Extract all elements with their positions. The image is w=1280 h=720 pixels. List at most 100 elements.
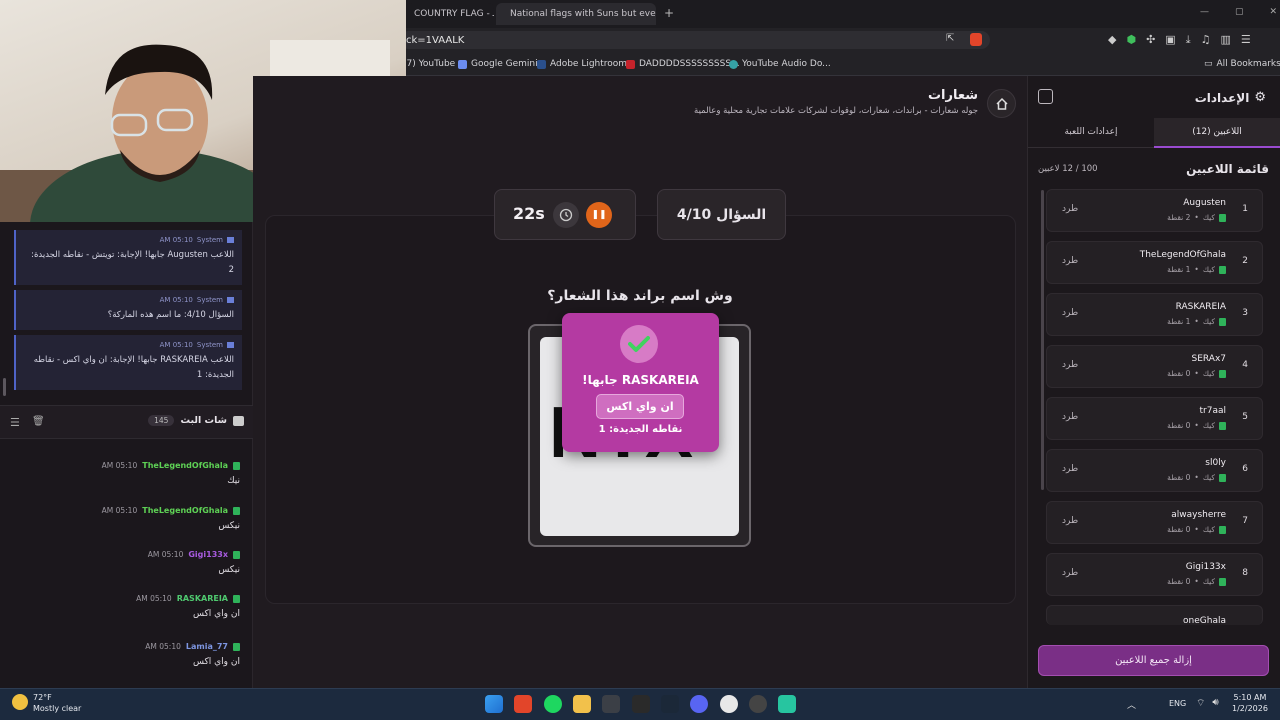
system-icon: [227, 237, 234, 243]
player-row: 6 sl0ly كيك • 0 نقطة طرد: [1046, 449, 1263, 492]
kick-icon: [1219, 577, 1226, 586]
player-rank: 6: [1242, 464, 1248, 474]
question-counter: السؤال 4/10: [657, 189, 786, 240]
obs-icon[interactable]: [720, 695, 738, 713]
collapse-panel-icon[interactable]: [1038, 89, 1053, 104]
message-time: 05:10 AM: [101, 461, 138, 470]
player-name: tr7aal: [1199, 406, 1227, 416]
message-time: 05:10 AM: [159, 341, 193, 349]
kick-button[interactable]: طرد: [1062, 360, 1078, 370]
bookmark-daddd[interactable]: DADDDDSSSSSSSSS...: [626, 56, 740, 72]
share-icon[interactable]: ⇱: [946, 33, 954, 44]
sidebar-icon[interactable]: ▥: [1220, 33, 1230, 47]
download-icon[interactable]: ⤓: [1186, 33, 1191, 47]
player-points: 1 نقطة: [1167, 317, 1191, 326]
kick-button[interactable]: طرد: [1062, 516, 1078, 526]
player-name: Augusten: [1183, 198, 1226, 208]
trash-icon[interactable]: 🗑: [32, 416, 45, 427]
spotify-icon[interactable]: [544, 695, 562, 713]
music-icon[interactable]: ♫: [1201, 33, 1211, 47]
discord-icon[interactable]: [690, 695, 708, 713]
new-tab-icon[interactable]: +: [664, 6, 674, 20]
tab-game-settings[interactable]: إعدادات اللعبة: [1028, 118, 1154, 148]
message-time: 05:10 AM: [101, 506, 138, 515]
app-icon-3[interactable]: [778, 695, 796, 713]
player-rank: 8: [1242, 568, 1248, 578]
tab-label: اللاعبين (12): [1192, 127, 1242, 137]
minimize-icon[interactable]: —: [1200, 7, 1209, 17]
clock[interactable]: 5:10 AM 1/2/2026: [1232, 692, 1268, 714]
steam-icon[interactable]: [661, 695, 679, 713]
app-icon[interactable]: [602, 695, 620, 713]
weather-icon[interactable]: [12, 694, 28, 710]
bookmark-label: Google Gemini: [471, 59, 538, 69]
menu-icon[interactable]: ☰: [1241, 33, 1251, 47]
remove-all-players-button[interactable]: إزالة جميع اللاعبين: [1038, 645, 1269, 676]
kick-button[interactable]: طرد: [1062, 256, 1078, 266]
pause-button[interactable]: ❚❚: [586, 202, 612, 228]
extension-icon[interactable]: ◆: [1108, 33, 1116, 47]
bookmark-lightroom[interactable]: Adobe Lightroom: [537, 56, 627, 72]
scrollbar[interactable]: [3, 378, 6, 396]
close-icon[interactable]: ✕: [1270, 7, 1278, 17]
all-bookmarks[interactable]: ▭ All Bookmarks: [1204, 56, 1280, 72]
platform-label: كيك: [1202, 369, 1215, 378]
window-controls: — ▢ ✕: [1200, 7, 1277, 17]
kick-button[interactable]: طرد: [1062, 464, 1078, 474]
tab-players[interactable]: اللاعبين (12): [1154, 118, 1280, 148]
player-name: SERAx7: [1191, 354, 1227, 364]
vpn-shield-icon[interactable]: ⬢: [1126, 33, 1136, 47]
weather-desc: Mostly clear: [33, 704, 82, 713]
maximize-icon[interactable]: ▢: [1235, 7, 1244, 17]
wifi-icon[interactable]: ⌔: [1196, 697, 1205, 710]
kick-button[interactable]: طرد: [1062, 568, 1078, 578]
chat-message: Gigi133x 05:10 AM نيكس: [20, 550, 240, 575]
check-glyph: [628, 336, 650, 352]
weather-widget[interactable]: 72°F Mostly clear: [33, 692, 81, 714]
url-field[interactable]: ck=1VAALK: [400, 31, 990, 49]
twitch-icon: [233, 461, 240, 470]
filter-icon[interactable]: ☰: [10, 416, 20, 429]
player-points: 0 نقطة: [1167, 577, 1191, 586]
bookmark-audio[interactable]: YouTube Audio Do...: [729, 56, 831, 72]
brave-taskbar-icon[interactable]: [514, 695, 532, 713]
start-icon[interactable]: [485, 695, 503, 713]
players-count: 100 / 12 لاعبين: [1038, 164, 1098, 174]
browser-tab[interactable]: COUNTRY FLAG - تحـ: [406, 3, 494, 25]
system-text: اللاعب RASKAREIA جابها! الإجابة: ان واي …: [33, 355, 234, 380]
volume-icon[interactable]: 🔊︎: [1212, 697, 1218, 710]
platform-label: كيك: [1202, 577, 1215, 586]
player-name: Gigi133x: [1185, 562, 1226, 572]
chat-username: TheLegendOfGhala: [142, 506, 228, 515]
app-icon-2[interactable]: [749, 695, 767, 713]
kick-button[interactable]: طرد: [1062, 412, 1078, 422]
chat-message: RASKAREIA 05:10 AM ان واي اكس: [20, 594, 240, 619]
players-scrollbar[interactable]: [1041, 190, 1044, 490]
gemini-icon: [458, 59, 467, 69]
player-rank: 1: [1242, 204, 1248, 214]
date-text: 1/2/2026: [1232, 704, 1268, 713]
home-button[interactable]: [987, 89, 1016, 118]
epic-games-icon[interactable]: [632, 695, 650, 713]
browser-tab[interactable]: National flags with Suns but every su✕: [496, 3, 656, 25]
tray-chevron-icon[interactable]: ︿: [1127, 698, 1136, 711]
category-title: شعارات: [927, 88, 978, 103]
puzzle-icon[interactable]: ✣: [1146, 33, 1155, 47]
kick-button[interactable]: طرد: [1062, 308, 1078, 318]
twitch-icon: [233, 594, 240, 603]
bookmark-gemini[interactable]: Google Gemini: [458, 56, 538, 72]
brave-shield-icon[interactable]: [970, 33, 982, 46]
bookmark-youtube[interactable]: (7) YouTube: [403, 56, 455, 72]
player-name: alwaysherre: [1171, 510, 1226, 520]
chat-count-badge: 145: [148, 415, 175, 426]
tab-label: إعدادات اللعبة: [1064, 127, 1118, 137]
kick-button[interactable]: طرد: [1062, 204, 1078, 214]
language-indicator[interactable]: ENG: [1169, 699, 1186, 708]
correct-player: RASKAREIA جابها!: [582, 373, 699, 387]
system-message: System 05:10 AM السؤال 4/10: ما اسم هذه ا…: [14, 290, 242, 330]
chat-message: Lamia_77 05:10 AM ان واي اكس: [20, 642, 240, 667]
screenshot-icon[interactable]: ▣: [1165, 33, 1175, 47]
file-explorer-icon[interactable]: [573, 695, 591, 713]
settings-title: الإعدادات: [1194, 90, 1250, 105]
chat-username: RASKAREIA: [176, 594, 228, 603]
